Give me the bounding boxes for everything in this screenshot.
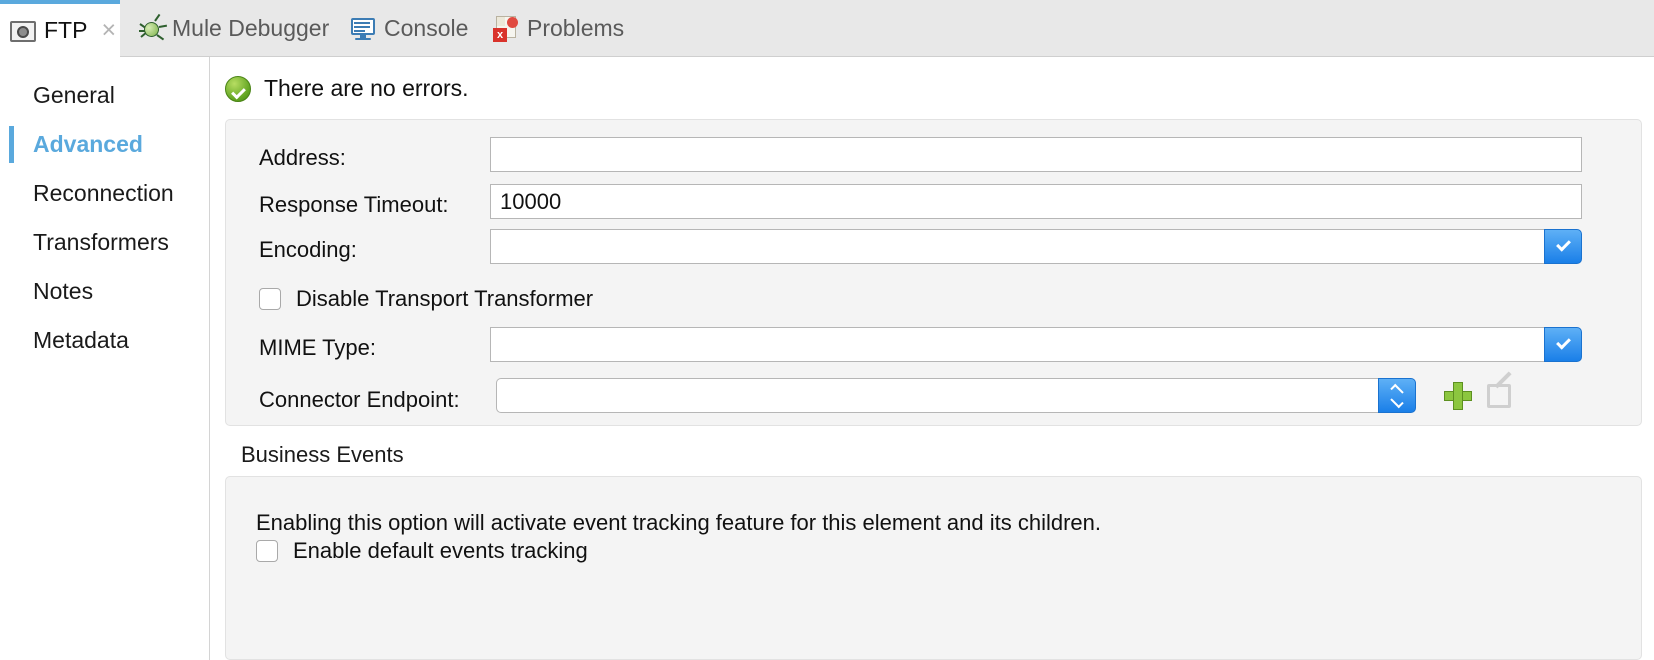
sidebar-item-label: Notes: [33, 278, 94, 304]
sidebar-item-label: Transformers: [33, 229, 169, 255]
mime-type-label-row: MIME Type:: [259, 335, 376, 361]
status-text: There are no errors.: [264, 75, 469, 101]
mime-type-value[interactable]: [490, 327, 1544, 362]
sidebar-item-transformers[interactable]: Transformers: [0, 218, 209, 267]
sidebar-item-general[interactable]: General: [0, 71, 209, 120]
tab-problems-label: Problems: [527, 15, 625, 41]
sidebar-item-notes[interactable]: Notes: [0, 267, 209, 316]
response-timeout-label-row: Response Timeout:: [259, 192, 449, 218]
connector-endpoint-value[interactable]: [496, 378, 1378, 413]
console-monitor-icon: [350, 17, 376, 41]
editor-tab-bar: FTP × Mule Debugger Console x Problems: [0, 0, 1654, 57]
response-timeout-input[interactable]: 10000: [490, 184, 1582, 219]
tab-ftp-label: FTP: [44, 17, 88, 43]
bug-icon: [138, 13, 168, 41]
mime-type-label: MIME Type:: [259, 335, 376, 360]
chevron-down-icon: [1555, 236, 1571, 252]
disable-transport-transformer-row[interactable]: Disable Transport Transformer: [259, 286, 593, 312]
response-timeout-value: 10000: [500, 188, 562, 214]
encoding-combo[interactable]: [490, 229, 1582, 264]
tab-problems[interactable]: x Problems: [483, 0, 634, 57]
response-timeout-label: Response Timeout:: [259, 192, 449, 217]
business-events-group: Enabling this option will activate event…: [225, 476, 1642, 660]
encoding-label: Encoding:: [259, 237, 357, 262]
connector-endpoint-combo[interactable]: [496, 378, 1416, 413]
tab-mule-debugger-label: Mule Debugger: [172, 15, 330, 41]
tab-console-label: Console: [384, 15, 469, 41]
encoding-value[interactable]: [490, 229, 1544, 264]
business-events-title: Business Events: [241, 442, 404, 467]
disable-transport-transformer-label: Disable Transport Transformer: [296, 286, 594, 311]
address-label: Address:: [259, 145, 346, 170]
edit-icon: [1487, 371, 1515, 410]
tab-mule-debugger[interactable]: Mule Debugger: [128, 0, 339, 57]
tab-ftp[interactable]: FTP ×: [0, 0, 120, 57]
encoding-dropdown-button[interactable]: [1544, 229, 1582, 264]
problems-error-icon: x: [493, 15, 519, 42]
connector-endpoint-label-row: Connector Endpoint:: [259, 387, 460, 413]
enable-default-events-tracking-label: Enable default events tracking: [293, 538, 588, 563]
sidebar-item-metadata[interactable]: Metadata: [0, 316, 209, 365]
business-events-description: Enabling this option will activate event…: [256, 510, 1102, 535]
sidebar-item-label: Reconnection: [33, 180, 174, 206]
sidebar-item-reconnection[interactable]: Reconnection: [0, 169, 209, 218]
chevron-updown-icon: [1390, 383, 1404, 408]
sidebar-item-label: Advanced: [33, 131, 143, 157]
enable-default-events-tracking-row[interactable]: Enable default events tracking: [256, 538, 588, 564]
disable-transport-transformer-checkbox[interactable]: [259, 288, 281, 310]
connector-endpoint-label: Connector Endpoint:: [259, 387, 460, 412]
chevron-down-icon: [1555, 334, 1571, 350]
add-icon[interactable]: [1444, 382, 1472, 410]
properties-sidebar: General Advanced Reconnection Transforme…: [0, 57, 210, 660]
enable-default-events-tracking-checkbox[interactable]: [256, 540, 278, 562]
encoding-label-row: Encoding:: [259, 237, 357, 263]
ftp-folder-icon: [10, 19, 36, 43]
advanced-settings-panel: There are no errors. Address: Response T…: [211, 57, 1654, 660]
sidebar-item-label: Metadata: [33, 327, 129, 353]
connector-endpoint-stepper-button[interactable]: [1378, 378, 1416, 413]
sidebar-item-label: General: [33, 82, 115, 108]
address-label-row: Address:: [259, 145, 346, 171]
mime-type-dropdown-button[interactable]: [1544, 327, 1582, 362]
mime-type-combo[interactable]: [490, 327, 1582, 362]
sidebar-item-advanced[interactable]: Advanced: [0, 120, 209, 169]
success-check-icon: [225, 75, 251, 102]
tab-console[interactable]: Console: [340, 0, 478, 57]
close-icon[interactable]: ×: [101, 18, 116, 43]
address-input[interactable]: [490, 137, 1582, 172]
status-message: There are no errors.: [225, 75, 469, 102]
